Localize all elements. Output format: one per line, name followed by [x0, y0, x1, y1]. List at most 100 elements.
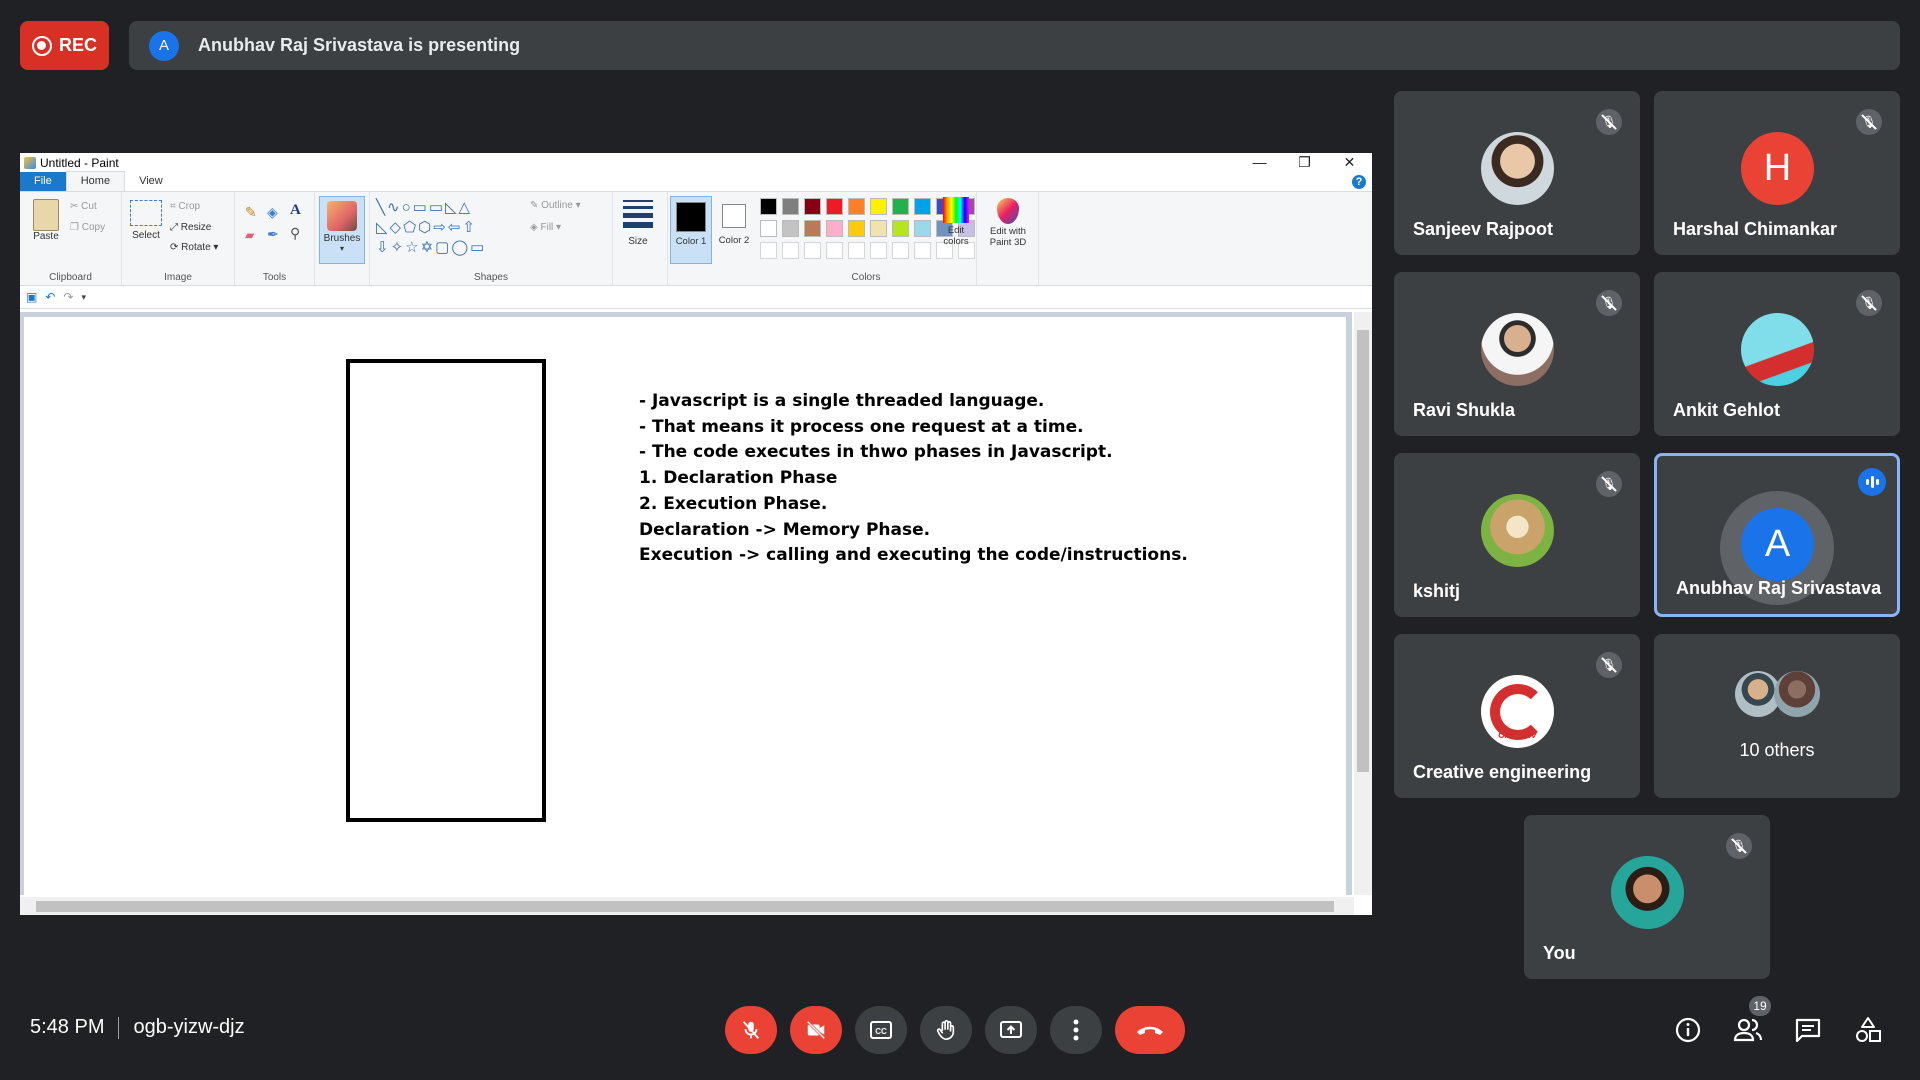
vertical-scrollbar[interactable]: [1354, 312, 1372, 895]
horizontal-scroll-thumb[interactable]: [36, 901, 1334, 912]
color2-button[interactable]: Color 2: [714, 196, 754, 246]
shapes-gallery[interactable]: ╲∿○▭▭◺△ ◺◇⬠⬡⇨⇦⇧ ⇩✧☆✡▢◯▭: [376, 198, 526, 258]
custom-color-swatch[interactable]: [782, 242, 799, 259]
text-tool-icon[interactable]: A: [290, 202, 301, 219]
select-button[interactable]: Select: [128, 200, 164, 241]
muted-mic-icon: 🎙: [1856, 109, 1882, 135]
color-swatch[interactable]: [782, 220, 799, 237]
rotate-button[interactable]: ⟳ Rotate ▾: [170, 242, 218, 253]
custom-color-swatch[interactable]: [760, 242, 777, 259]
participant-tile[interactable]: 🎙 Ravi Shukla: [1394, 272, 1640, 436]
canvas-text-line: 2. Execution Phase.: [639, 493, 828, 514]
more-options-button[interactable]: [1050, 1006, 1102, 1054]
color-swatch[interactable]: [782, 198, 799, 215]
fill-icon: ◈: [530, 222, 538, 233]
outline-button[interactable]: ✎ Outline ▾: [530, 200, 581, 211]
drawing-canvas[interactable]: - Javascript is a single threaded langua…: [24, 317, 1346, 895]
color-swatch[interactable]: [826, 220, 843, 237]
color-swatch[interactable]: [848, 198, 865, 215]
close-button[interactable]: ✕: [1327, 153, 1372, 172]
minimize-button[interactable]: —: [1237, 153, 1282, 172]
cut-label: Cut: [81, 201, 97, 212]
help-icon[interactable]: ?: [1352, 175, 1366, 189]
redo-icon[interactable]: ↷: [63, 290, 73, 304]
recording-indicator: REC: [20, 21, 109, 70]
paste-button[interactable]: Paste: [30, 199, 62, 242]
chat-button[interactable]: [1791, 1013, 1825, 1047]
muted-mic-icon: 🎙: [1596, 652, 1622, 678]
color-swatch[interactable]: [914, 198, 931, 215]
others-tile[interactable]: 10 others: [1654, 634, 1900, 798]
color-swatch[interactable]: [760, 198, 777, 215]
color-picker-icon[interactable]: ✒: [267, 226, 279, 243]
muted-mic-icon: 🎙: [1596, 290, 1622, 316]
magnifier-icon[interactable]: ⚲: [290, 225, 300, 242]
cut-button[interactable]: ✂ Cut: [70, 201, 97, 212]
microphone-button[interactable]: [725, 1006, 777, 1054]
eraser-icon[interactable]: ▰: [245, 228, 254, 242]
participant-tile[interactable]: 🎙 Sanjeev Rajpoot: [1394, 91, 1640, 255]
fill-button[interactable]: ◈ Fill ▾: [530, 222, 561, 233]
custom-color-swatch[interactable]: [826, 242, 843, 259]
custom-color-swatch[interactable]: [914, 242, 931, 259]
custom-color-swatch[interactable]: [848, 242, 865, 259]
color-swatch[interactable]: [870, 220, 887, 237]
fill-bucket-icon[interactable]: ◈: [267, 204, 278, 221]
participant-tile[interactable]: CREATIV 🎙 Creative engineering: [1394, 634, 1640, 798]
color-swatch[interactable]: [892, 220, 909, 237]
hand-icon: [936, 1020, 955, 1040]
vertical-scroll-thumb[interactable]: [1357, 330, 1369, 772]
resize-button[interactable]: ⤢ Resize: [170, 222, 211, 233]
muted-mic-icon: 🎙: [1596, 471, 1622, 497]
crop-button[interactable]: ⌗ Crop: [170, 201, 200, 212]
raise-hand-button[interactable]: [920, 1006, 972, 1054]
activities-button[interactable]: [1851, 1013, 1885, 1047]
horizontal-scrollbar[interactable]: [20, 897, 1354, 915]
undo-icon[interactable]: ↶: [45, 290, 55, 304]
color1-button[interactable]: Color 1: [670, 196, 712, 264]
paste-label: Paste: [33, 231, 59, 242]
participant-tile[interactable]: H 🎙 Harshal Chimankar: [1654, 91, 1900, 255]
meeting-details-button[interactable]: [1671, 1013, 1705, 1047]
pencil-icon[interactable]: ✎: [245, 204, 257, 221]
tab-home[interactable]: Home: [65, 171, 126, 191]
color-swatch[interactable]: [914, 220, 931, 237]
custom-color-swatch[interactable]: [870, 242, 887, 259]
participant-tile-speaking[interactable]: A Anubhav Raj Srivastava: [1654, 453, 1900, 617]
custom-color-swatch[interactable]: [804, 242, 821, 259]
scissors-icon: ✂: [70, 201, 79, 212]
edit-colors-button[interactable]: Edit colors: [936, 197, 976, 247]
self-tile[interactable]: 🎙 You: [1524, 815, 1770, 979]
customize-qat-icon[interactable]: ▾: [81, 292, 86, 303]
color-swatch[interactable]: [848, 220, 865, 237]
present-screen-button[interactable]: [985, 1006, 1037, 1054]
participant-tile[interactable]: 🎙 Ankit Gehlot: [1654, 272, 1900, 436]
color-swatch[interactable]: [870, 198, 887, 215]
color-swatch[interactable]: [826, 198, 843, 215]
tab-file[interactable]: File: [20, 172, 66, 191]
brush-icon: [327, 201, 357, 231]
tab-view[interactable]: View: [125, 172, 177, 191]
camera-button[interactable]: [790, 1006, 842, 1054]
participant-tile[interactable]: 🎙 kshitj: [1394, 453, 1640, 617]
people-button[interactable]: [1731, 1013, 1765, 1047]
muted-mic-icon: 🎙: [1596, 109, 1622, 135]
leave-call-button[interactable]: [1115, 1006, 1185, 1054]
restore-button[interactable]: ❐: [1282, 153, 1327, 172]
edit-with-paint3d-button[interactable]: Edit with Paint 3D: [979, 198, 1037, 248]
save-icon[interactable]: ▣: [26, 290, 37, 304]
color-swatch[interactable]: [804, 198, 821, 215]
outline-label: Outline: [541, 200, 573, 211]
brushes-button[interactable]: Brushes ▾: [319, 196, 365, 264]
color-swatch[interactable]: [892, 198, 909, 215]
camera-off-icon: [806, 1020, 826, 1040]
color-swatch[interactable]: [760, 220, 777, 237]
participant-name: Anubhav Raj Srivastava: [1676, 578, 1882, 598]
copy-button[interactable]: ❐ Copy: [70, 222, 105, 233]
captions-button[interactable]: CC: [855, 1006, 907, 1054]
custom-color-swatch[interactable]: [892, 242, 909, 259]
participant-name: Ravi Shukla: [1413, 400, 1516, 420]
size-button[interactable]: Size: [621, 200, 655, 247]
paint-ribbon-tabs: File Home View ?: [20, 171, 1372, 192]
color-swatch[interactable]: [804, 220, 821, 237]
